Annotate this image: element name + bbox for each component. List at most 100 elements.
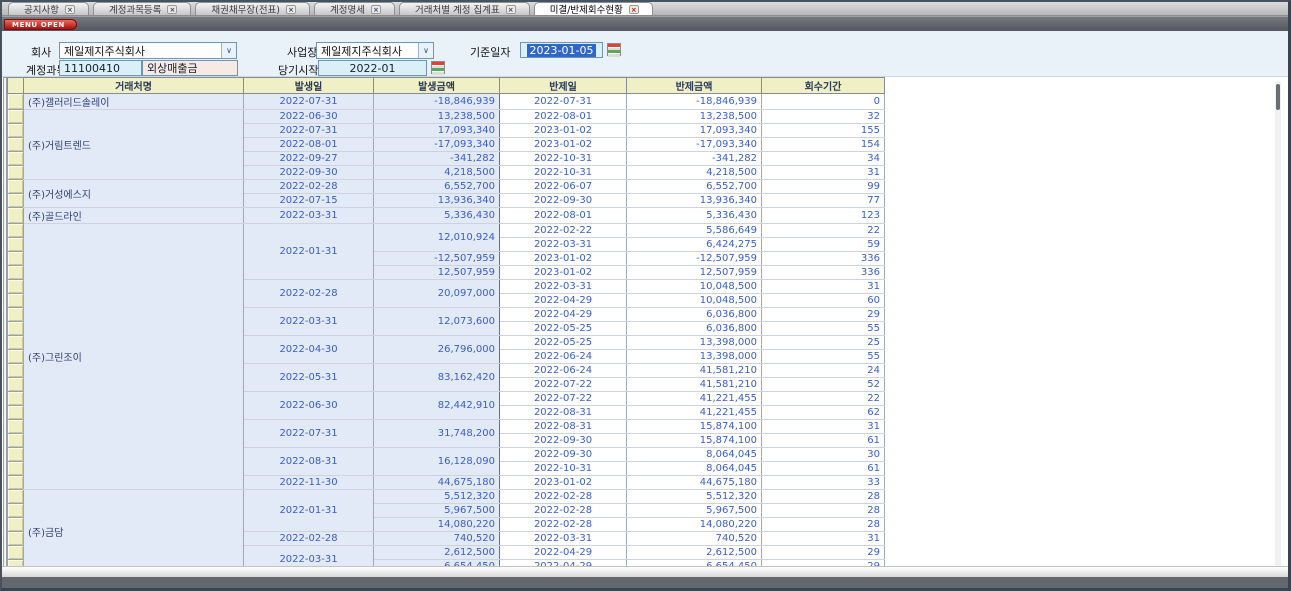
cell-collect_days[interactable]: 31 [762,532,885,546]
row-selector[interactable] [8,280,24,294]
cell-repay_date[interactable]: 2023-01-02 [500,124,627,138]
cell-repay_date[interactable]: 2022-06-24 [500,350,627,364]
cell-repay_amount[interactable]: 13,238,500 [627,110,762,124]
row-selector[interactable] [8,434,24,448]
cell-issue_amount[interactable]: 16,128,090 [374,448,500,476]
cell-repay_date[interactable]: 2022-09-30 [500,448,627,462]
cell-issue_amount[interactable]: 5,512,320 [374,490,500,504]
row-selector[interactable] [8,406,24,420]
cell-collect_days[interactable]: 123 [762,208,885,224]
cell-issue_amount[interactable]: -341,282 [374,152,500,166]
base-date-calendar-icon[interactable] [607,43,621,56]
cell-repay_date[interactable]: 2022-03-31 [500,280,627,294]
cell-collect_days[interactable]: 55 [762,322,885,336]
row-selector[interactable] [8,350,24,364]
account-name-field[interactable]: 외상매출금 [142,60,238,76]
cell-issue_amount[interactable]: 6,552,700 [374,180,500,194]
cell-issue_date[interactable]: 2022-07-31 [244,94,374,110]
cell-issue_amount[interactable]: 17,093,340 [374,124,500,138]
cell-issue_date[interactable]: 2022-11-30 [244,476,374,490]
cell-repay_date[interactable]: 2022-10-31 [500,462,627,476]
row-selector[interactable] [8,180,24,194]
cell-collect_days[interactable]: 60 [762,294,885,308]
cell-collect_days[interactable]: 155 [762,124,885,138]
cell-collect_days[interactable]: 31 [762,280,885,294]
cell-collect_days[interactable]: 24 [762,364,885,378]
cell-issue_amount[interactable]: 82,442,910 [374,392,500,420]
base-date-input[interactable]: 2023-01-05 [520,42,603,58]
cell-repay_date[interactable]: 2023-01-02 [500,138,627,152]
cell-issue_date[interactable]: 2022-01-31 [244,224,374,280]
cell-repay_date[interactable]: 2022-08-01 [500,208,627,224]
cell-repay_date[interactable]: 2022-02-28 [500,490,627,504]
cell-repay_amount[interactable]: -18,846,939 [627,94,762,110]
cell-repay_date[interactable]: 2022-04-29 [500,308,627,322]
cell-repay_date[interactable]: 2022-03-31 [500,532,627,546]
cell-issue_amount[interactable]: 83,162,420 [374,364,500,392]
cell-issue_amount[interactable]: -12,507,959 [374,252,500,266]
cell-repay_date[interactable]: 2022-10-31 [500,166,627,180]
cell-issue_date[interactable]: 2022-02-28 [244,180,374,194]
period-start-input[interactable]: 2022-01 [318,60,427,76]
cell-repay_amount[interactable]: 13,398,000 [627,336,762,350]
account-code-input[interactable]: 11100410 [59,60,142,76]
cell-collect_days[interactable]: 25 [762,336,885,350]
row-selector[interactable] [8,208,24,224]
cell-repay_amount[interactable]: -12,507,959 [627,252,762,266]
row-selector[interactable] [8,308,24,322]
cell-issue_amount[interactable]: 44,675,180 [374,476,500,490]
cell-repay_amount[interactable]: 13,936,340 [627,194,762,208]
menu-open-button[interactable]: MENU OPEN [4,19,77,30]
cell-customer[interactable]: (주)골드라인 [24,208,244,224]
cell-repay_amount[interactable]: 41,221,455 [627,406,762,420]
chevron-down-icon[interactable]: ∨ [221,43,236,58]
cell-issue_date[interactable]: 2022-07-15 [244,194,374,208]
cell-customer[interactable]: (주)금담 [24,490,244,574]
cell-issue_date[interactable]: 2022-08-01 [244,138,374,152]
row-selector[interactable] [8,448,24,462]
cell-repay_amount[interactable]: 2,612,500 [627,546,762,560]
cell-repay_amount[interactable]: 5,586,649 [627,224,762,238]
cell-issue_amount[interactable]: 740,520 [374,532,500,546]
cell-collect_days[interactable]: 336 [762,266,885,280]
company-select[interactable]: 제일제지주식회사 ∨ [59,42,237,59]
cell-issue_date[interactable]: 2022-01-31 [244,490,374,532]
cell-repay_date[interactable]: 2022-02-28 [500,504,627,518]
cell-repay_date[interactable]: 2022-03-31 [500,238,627,252]
cell-repay_amount[interactable]: 44,675,180 [627,476,762,490]
cell-repay_date[interactable]: 2022-07-31 [500,94,627,110]
cell-collect_days[interactable]: 32 [762,110,885,124]
cell-repay_date[interactable]: 2022-04-29 [500,294,627,308]
cell-repay_amount[interactable]: 10,048,500 [627,294,762,308]
cell-collect_days[interactable]: 34 [762,152,885,166]
cell-collect_days[interactable]: 62 [762,406,885,420]
cell-repay_date[interactable]: 2022-06-07 [500,180,627,194]
chevron-down-icon[interactable]: ∨ [418,43,433,58]
tab-2[interactable]: 계정과목등록× [93,2,191,15]
cell-repay_amount[interactable]: 740,520 [627,532,762,546]
tab-close-icon[interactable]: × [167,5,177,14]
cell-collect_days[interactable]: 55 [762,350,885,364]
cell-collect_days[interactable]: 99 [762,180,885,194]
cell-repay_date[interactable]: 2022-05-25 [500,322,627,336]
cell-repay_date[interactable]: 2022-05-25 [500,336,627,350]
row-selector[interactable] [8,238,24,252]
cell-repay_amount[interactable]: 15,874,100 [627,420,762,434]
horizontal-scrollbar[interactable] [2,566,1288,577]
cell-repay_amount[interactable]: 13,398,000 [627,350,762,364]
cell-repay_date[interactable]: 2022-10-31 [500,152,627,166]
tab-close-icon[interactable]: × [629,5,639,14]
row-selector[interactable] [8,152,24,166]
cell-customer[interactable]: (주)거성에스지 [24,180,244,208]
row-selector[interactable] [8,110,24,124]
tab-1[interactable]: 공지사항× [8,2,89,15]
cell-collect_days[interactable]: 0 [762,94,885,110]
cell-repay_amount[interactable]: 41,581,210 [627,378,762,392]
cell-collect_days[interactable]: 59 [762,238,885,252]
cell-issue_amount[interactable]: 31,748,200 [374,420,500,448]
cell-collect_days[interactable]: 61 [762,462,885,476]
cell-repay_date[interactable]: 2022-04-29 [500,546,627,560]
row-selector[interactable] [8,504,24,518]
cell-repay_date[interactable]: 2022-08-31 [500,406,627,420]
cell-collect_days[interactable]: 33 [762,476,885,490]
